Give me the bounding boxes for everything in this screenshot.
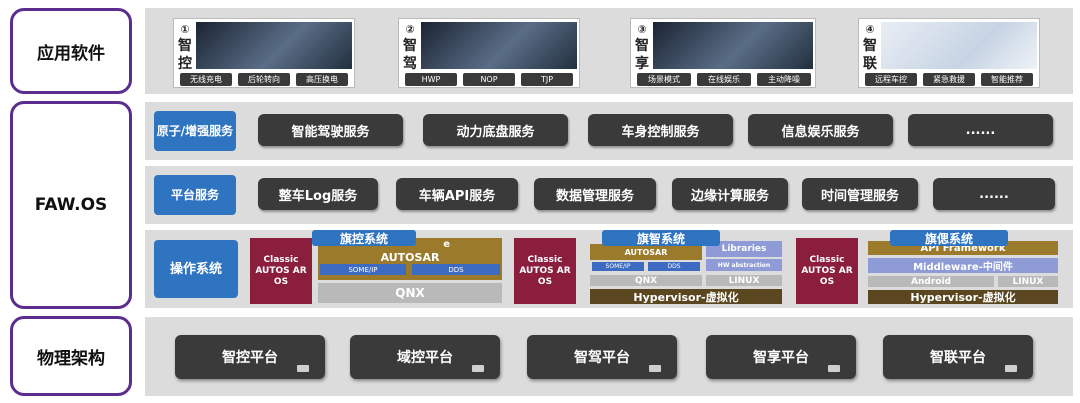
service-pill: 数据管理服务 bbox=[534, 178, 656, 210]
feature-pill: 紧急救援 bbox=[923, 73, 975, 86]
layer-label-os: FAW.OS bbox=[10, 101, 132, 309]
system-title-qisi: 旗偲系统 bbox=[890, 230, 1008, 246]
chip-icon bbox=[828, 365, 840, 372]
platform-label: 智控平台 bbox=[222, 350, 278, 366]
qnx-block: QNX bbox=[318, 283, 502, 303]
chip-icon bbox=[297, 365, 309, 372]
app-card-zhikong: ① 智 控 无线充电 后轮转向 高压换电 bbox=[173, 18, 355, 88]
feature-pill: 后轮转向 bbox=[238, 73, 290, 86]
platform-services-tag: 平台服务 bbox=[154, 175, 236, 215]
os-tag: 操作系统 bbox=[154, 240, 238, 298]
feature-pill: NOP bbox=[463, 73, 515, 86]
app-card-zhilian: ④ 智 联 远程车控 紧急救援 智能推荐 bbox=[858, 18, 1040, 88]
app-name-char: 智 bbox=[863, 38, 877, 54]
service-pill: 车辆API服务 bbox=[396, 178, 518, 210]
app-name-char: 智 bbox=[635, 38, 649, 54]
app-name-char: 驾 bbox=[403, 56, 417, 72]
service-pill: 整车Log服务 bbox=[258, 178, 378, 210]
service-pill: 动力底盘服务 bbox=[423, 114, 568, 146]
platform-zhikong: 智控平台 bbox=[175, 335, 325, 379]
cabin-image bbox=[653, 22, 813, 69]
hypervisor-block: Hypervisor-虚拟化 bbox=[590, 289, 782, 304]
service-pill: 信息娱乐服务 bbox=[748, 114, 893, 146]
platform-label: 智享平台 bbox=[753, 350, 809, 366]
classic-autosar-os: Classic AUTOS AR OS bbox=[514, 238, 576, 304]
platform-zhijia: 智驾平台 bbox=[527, 335, 677, 379]
app-number: ③ bbox=[637, 23, 647, 36]
dds-block: DDS bbox=[412, 264, 500, 275]
platform-label: 智联平台 bbox=[930, 350, 986, 366]
feature-pill: 场景模式 bbox=[637, 73, 691, 86]
android-block: Android bbox=[868, 276, 994, 287]
app-name-char: 智 bbox=[403, 38, 417, 54]
chip-icon bbox=[472, 365, 484, 372]
chassis-image bbox=[196, 22, 352, 69]
middleware-block: Middleware-中间件 bbox=[868, 258, 1058, 273]
layer-label-app: 应用软件 bbox=[10, 8, 132, 94]
hw-abstraction-block: HW abstraction bbox=[706, 259, 782, 271]
system-title-qikong: 旗控系统 bbox=[312, 230, 416, 246]
classic-autosar-os: Classic AUTOS AR OS bbox=[250, 238, 312, 304]
feature-pill: 在线娱乐 bbox=[697, 73, 751, 86]
app-name-char: 享 bbox=[635, 56, 649, 72]
autosar-partial-label: e bbox=[443, 239, 450, 250]
feature-pill: 智能推荐 bbox=[981, 73, 1033, 86]
someip-block: SOME/IP bbox=[592, 262, 644, 271]
app-number: ④ bbox=[865, 23, 875, 36]
autosar-label: AUTOSAR bbox=[380, 251, 440, 264]
service-pill: 车身控制服务 bbox=[588, 114, 733, 146]
dds-block: DDS bbox=[648, 262, 700, 271]
service-pill: 边缘计算服务 bbox=[672, 178, 788, 210]
layer-label-physical: 物理架构 bbox=[10, 316, 132, 396]
app-card-zhijia: ② 智 驾 HWP NOP TJP bbox=[398, 18, 580, 88]
platform-label: 域控平台 bbox=[397, 350, 453, 366]
feature-pill: 主动降噪 bbox=[757, 73, 811, 86]
chip-icon bbox=[649, 365, 661, 372]
feature-pill: 高压换电 bbox=[296, 73, 348, 86]
app-number: ② bbox=[405, 23, 415, 36]
service-pill: 智能驾驶服务 bbox=[258, 114, 403, 146]
feature-pill: 远程车控 bbox=[865, 73, 917, 86]
app-name-char: 控 bbox=[178, 56, 192, 72]
linux-block: LINUX bbox=[706, 275, 782, 286]
classic-autosar-os: Classic AUTOS AR OS bbox=[796, 238, 858, 304]
feature-pill: 无线充电 bbox=[180, 73, 232, 86]
platform-yukong: 域控平台 bbox=[350, 335, 500, 379]
service-pill: ...... bbox=[933, 178, 1055, 210]
platform-zhilian: 智联平台 bbox=[883, 335, 1033, 379]
platform-label: 智驾平台 bbox=[574, 350, 630, 366]
atomic-services-tag: 原子/增强服务 bbox=[154, 111, 236, 151]
app-name-char: 联 bbox=[863, 56, 877, 72]
app-name-char: 智 bbox=[178, 38, 192, 54]
qnx-block: QNX bbox=[590, 275, 702, 286]
hypervisor-block: Hypervisor-虚拟化 bbox=[868, 290, 1058, 304]
feature-pill: TJP bbox=[521, 73, 573, 86]
linux-block: LINUX bbox=[998, 276, 1058, 287]
platform-zhixiang: 智享平台 bbox=[706, 335, 856, 379]
app-number: ① bbox=[180, 23, 190, 36]
network-image bbox=[881, 22, 1037, 69]
service-pill: ...... bbox=[908, 114, 1053, 146]
app-card-zhixiang: ③ 智 享 场景模式 在线娱乐 主动降噪 bbox=[630, 18, 816, 88]
service-pill: 时间管理服务 bbox=[802, 178, 918, 210]
feature-pill: HWP bbox=[405, 73, 457, 86]
system-title-qizhi: 旗智系统 bbox=[602, 230, 720, 246]
someip-block: SOME/IP bbox=[320, 264, 406, 275]
chip-icon bbox=[1005, 365, 1017, 372]
driving-image bbox=[421, 22, 577, 69]
